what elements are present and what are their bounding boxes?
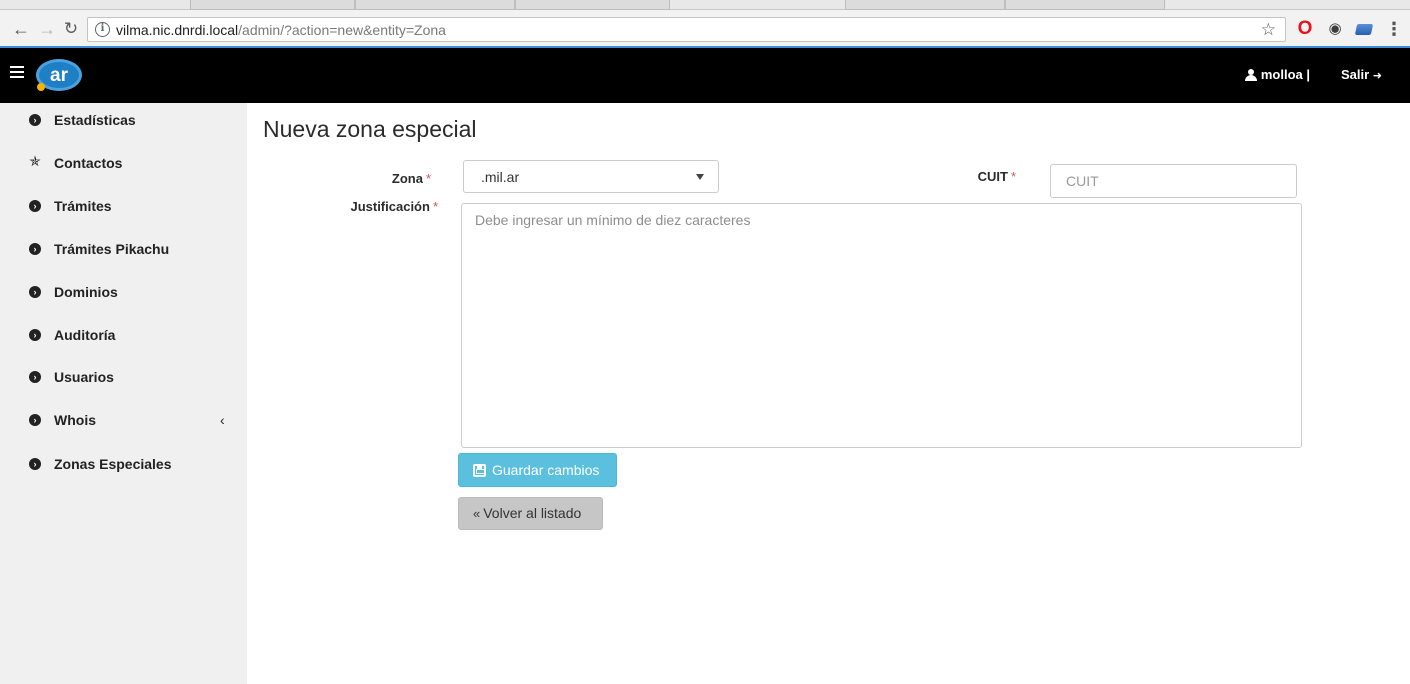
sidebar-item-label: Dominios <box>54 284 118 300</box>
chevron-circle-icon: › <box>29 243 41 255</box>
floppy-disk-icon <box>473 464 486 477</box>
info-icon[interactable]: i <box>95 22 110 37</box>
logout-label: Salir <box>1340 67 1370 82</box>
cuit-input[interactable] <box>1050 164 1297 198</box>
caret-down-icon <box>696 174 704 180</box>
sidebar-item-dominios[interactable]: › Dominios <box>0 277 247 309</box>
browser-tab[interactable] <box>190 0 355 10</box>
zona-label: Zona * <box>392 171 431 187</box>
chevron-circle-icon: › <box>29 371 41 383</box>
sidebar-item-estadisticas[interactable]: › Estadísticas <box>0 105 247 137</box>
chevron-circle-icon: › <box>29 114 41 126</box>
address-bar[interactable]: i vilma.nic.dnrdi.local/admin/?action=ne… <box>87 17 1286 42</box>
user-icon <box>1244 69 1257 81</box>
sidebar-item-zonas-especiales[interactable]: › Zonas Especiales <box>0 449 247 481</box>
ar-logo[interactable]: ar <box>32 56 84 94</box>
forward-arrow-icon[interactable]: → <box>36 18 58 40</box>
bookmark-star-icon[interactable]: ☆ <box>1261 20 1276 40</box>
required-mark: * <box>425 171 431 186</box>
back-to-list-button[interactable]: «Volver al listado <box>458 497 603 530</box>
back-button-label: Volver al listado <box>483 505 582 521</box>
justificacion-textarea[interactable] <box>461 203 1302 448</box>
double-chevron-left-icon: « <box>473 506 481 521</box>
cuit-label-text: CUIT <box>977 169 1008 184</box>
justificacion-label: Justificación * <box>350 199 438 215</box>
zona-label-text: Zona <box>391 171 423 186</box>
opera-icon[interactable]: O <box>1295 19 1315 39</box>
reload-icon[interactable]: ↻ <box>60 18 82 40</box>
sidebar-item-whois[interactable]: › Whois ‹ <box>0 405 247 437</box>
save-button-label: Guardar cambios <box>492 462 600 478</box>
chevron-circle-icon: › <box>29 286 41 298</box>
browser-tab[interactable] <box>515 0 670 10</box>
sidebar-item-tramites[interactable]: › Trámites <box>0 191 247 223</box>
back-arrow-icon[interactable]: ← <box>10 18 32 40</box>
eye-icon[interactable]: ◉ <box>1325 19 1345 39</box>
browser-tab[interactable] <box>1005 0 1165 10</box>
extension-icon[interactable] <box>1352 19 1376 39</box>
sidebar-item-label: Contactos <box>54 155 123 171</box>
required-mark: * <box>1010 169 1016 184</box>
username: molloa | <box>1260 67 1310 82</box>
sidebar-item-label: Trámites Pikachu <box>54 241 170 257</box>
sidebar-item-label: Usuarios <box>54 369 114 385</box>
page-title: Nueva zona especial <box>263 116 477 142</box>
person-icon: ✯ <box>29 153 41 169</box>
sidebar-item-label: Zonas Especiales <box>54 456 172 472</box>
user-menu[interactable]: molloa | <box>1244 67 1310 83</box>
required-mark: * <box>432 199 438 214</box>
browser-toolbar: ← → ↻ i vilma.nic.dnrdi.local/admin/?act… <box>0 10 1410 48</box>
save-button[interactable]: Guardar cambios <box>458 453 617 487</box>
url-host: vilma.nic.dnrdi.local <box>116 22 239 38</box>
chevron-circle-icon: › <box>29 414 41 426</box>
url-text: vilma.nic.dnrdi.local/admin/?action=new&… <box>116 22 446 39</box>
cuit-label: CUIT * <box>978 169 1016 185</box>
menu-dots-icon[interactable]: ⋮ <box>1385 19 1403 39</box>
zona-select[interactable]: .mil.ar <box>463 160 719 193</box>
logout-link[interactable]: Salir ➜ <box>1341 67 1382 84</box>
browser-tab-strip <box>0 0 1410 10</box>
sidebar-item-label: Estadísticas <box>54 112 136 128</box>
sidebar-item-label: Trámites <box>54 198 112 214</box>
sidebar-item-auditoria[interactable]: › Auditoría <box>0 320 247 352</box>
sidebar-item-label: Whois <box>54 412 96 428</box>
sign-out-icon: ➜ <box>1372 70 1382 82</box>
zona-select-value: .mil.ar <box>481 169 520 185</box>
chevron-circle-icon: › <box>29 329 41 341</box>
browser-tab[interactable] <box>355 0 515 10</box>
app-navbar: ar molloa | Salir ➜ <box>0 48 1410 103</box>
justificacion-label-text: Justificación <box>350 199 430 214</box>
sidebar-item-tramites-pikachu[interactable]: › Trámites Pikachu <box>0 234 247 266</box>
logo-text: ar <box>50 65 69 86</box>
url-path: /admin/?action=new&entity=Zona <box>238 22 446 38</box>
hamburger-menu-icon[interactable] <box>10 66 24 78</box>
chevron-circle-icon: › <box>29 200 41 212</box>
sidebar-item-contactos[interactable]: ✯ Contactos <box>0 148 247 180</box>
chevron-left-icon[interactable]: ‹ <box>220 411 225 429</box>
browser-tab[interactable] <box>845 0 1005 10</box>
chevron-circle-icon: › <box>29 458 41 470</box>
sidebar: › Estadísticas ✯ Contactos › Trámites › … <box>0 103 247 684</box>
sidebar-item-usuarios[interactable]: › Usuarios <box>0 362 247 394</box>
sidebar-item-label: Auditoría <box>54 327 116 343</box>
